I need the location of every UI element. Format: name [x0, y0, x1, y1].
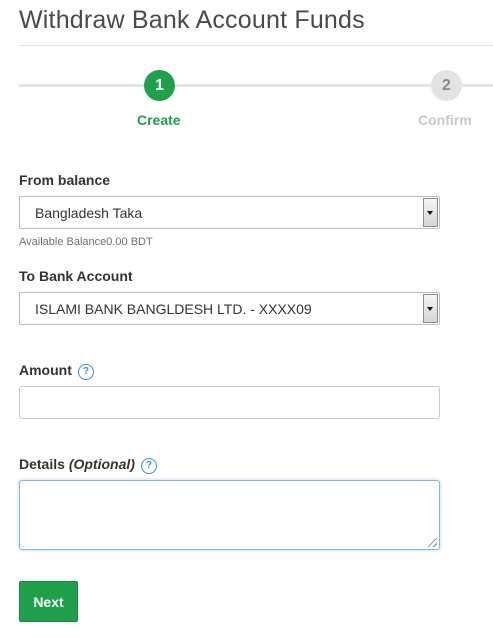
step-2-circle: 2 — [431, 70, 462, 101]
stepper-track — [19, 84, 493, 87]
amount-label: Amount — [19, 362, 72, 378]
title-divider — [19, 45, 493, 46]
available-balance-hint: Available Balance0.00 BDT — [19, 236, 153, 248]
amount-input[interactable] — [19, 386, 440, 419]
details-optional-label: (Optional) — [68, 456, 135, 472]
chevron-down-icon[interactable] — [423, 294, 438, 323]
details-label: Details — [19, 456, 65, 472]
to-bank-account-selected-value: ISLAMI BANK BANGLDESH LTD. - XXXX09 — [35, 301, 312, 317]
chevron-down-icon[interactable] — [423, 198, 438, 227]
from-balance-label: From balance — [19, 172, 111, 188]
from-balance-selected-value: Bangladesh Taka — [35, 205, 143, 221]
help-icon[interactable]: ? — [77, 364, 94, 380]
from-balance-select[interactable]: Bangladesh Taka — [19, 196, 440, 229]
to-bank-account-label: To Bank Account — [19, 268, 133, 284]
step-1-label: Create — [137, 112, 181, 128]
details-textarea[interactable] — [19, 480, 440, 550]
help-icon[interactable]: ? — [140, 458, 157, 474]
step-2-label: Confirm — [418, 112, 472, 128]
resize-grip-icon[interactable] — [428, 538, 437, 547]
step-1-circle: 1 — [144, 70, 175, 101]
next-button[interactable]: Next — [19, 581, 78, 622]
amount-label-row: Amount? — [19, 362, 94, 380]
to-bank-account-select[interactable]: ISLAMI BANK BANGLDESH LTD. - XXXX09 — [19, 292, 440, 325]
page-title: Withdraw Bank Account Funds — [19, 6, 365, 34]
details-label-row: Details (Optional)? — [19, 456, 157, 474]
